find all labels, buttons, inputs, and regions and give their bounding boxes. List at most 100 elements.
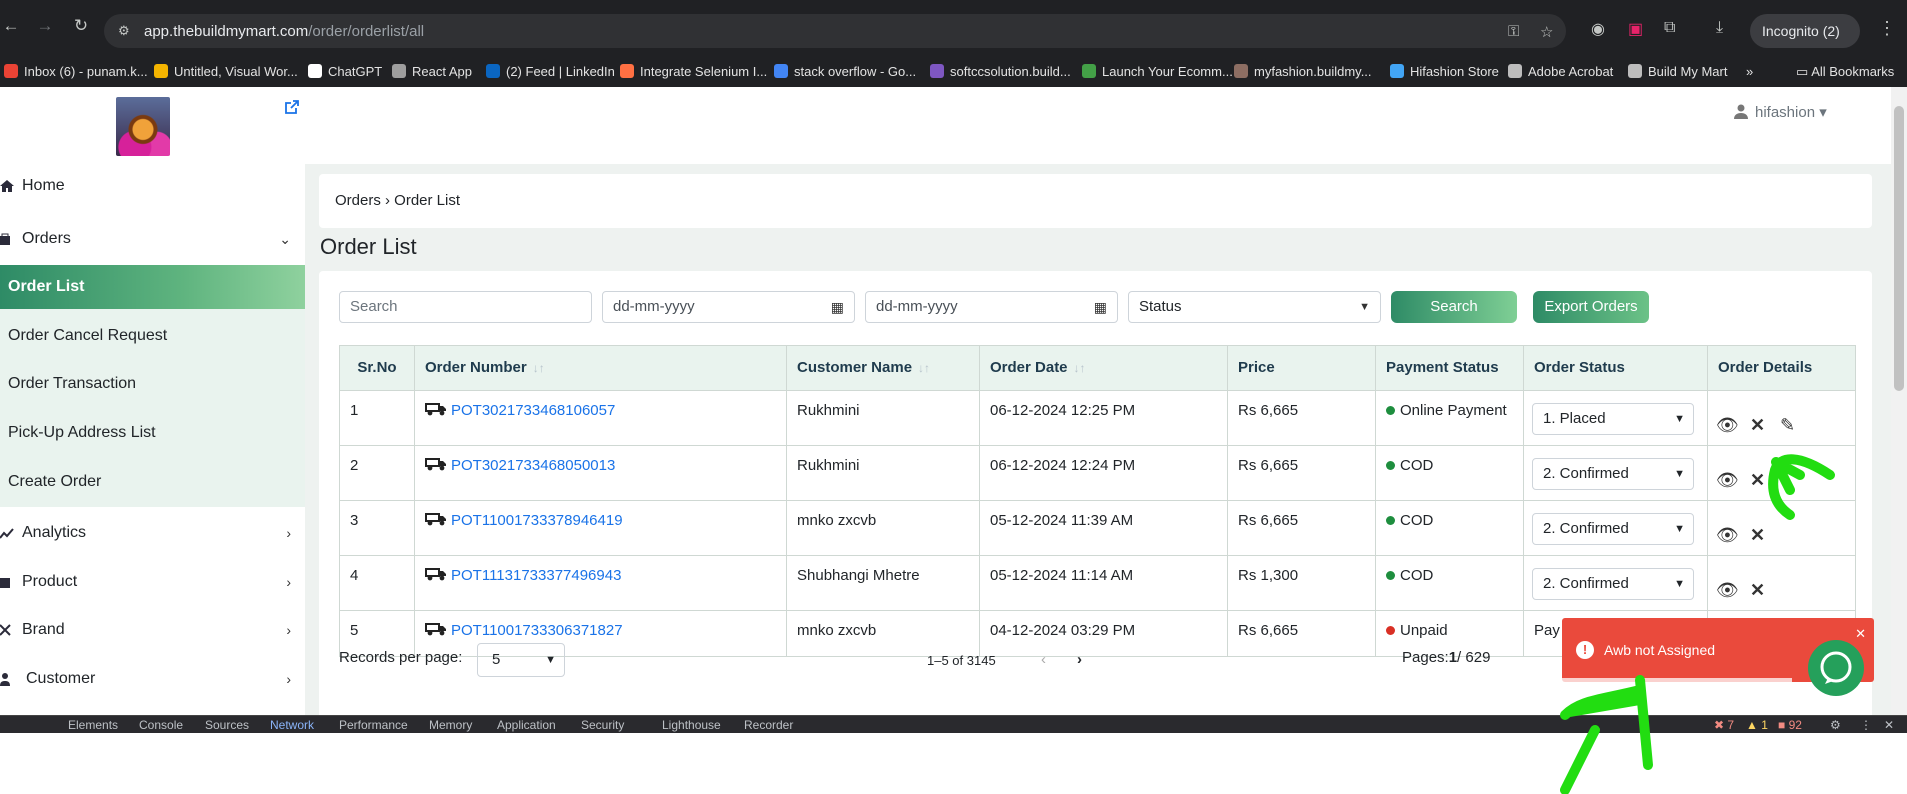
bookmark-item[interactable]: Integrate Selenium I... — [620, 64, 767, 79]
devtools-tab[interactable]: Recorder — [744, 718, 793, 732]
blank-area — [0, 733, 1907, 794]
cancel-icon[interactable]: ✕ — [1750, 460, 1765, 500]
cancel-icon[interactable]: ✕ — [1750, 405, 1765, 445]
bookmark-item[interactable]: React App — [392, 64, 472, 79]
download-icon[interactable]: ⤓ — [1716, 19, 1723, 37]
devtools-settings-icon[interactable]: ⚙ — [1830, 718, 1841, 732]
browser-menu-icon[interactable]: ⋮ — [1878, 18, 1896, 39]
sidebar-item-order-cancel-request[interactable]: Order Cancel Request — [0, 314, 305, 358]
calendar-icon[interactable]: ▦ — [1094, 292, 1107, 322]
next-page-icon[interactable]: › — [1077, 651, 1082, 668]
sidebar-item-pickup-address-list[interactable]: Pick-Up Address List — [0, 411, 305, 455]
all-bookmarks[interactable]: ▭ All Bookmarks — [1796, 64, 1894, 80]
devtools-tab[interactable]: Lighthouse — [662, 718, 721, 732]
sidebar-item-create-order[interactable]: Create Order — [0, 460, 305, 504]
cancel-icon[interactable]: ✕ — [1750, 570, 1765, 610]
column-header[interactable]: Order Date ↓↑ — [980, 346, 1228, 390]
cancel-icon[interactable]: ✕ — [1750, 515, 1765, 555]
error-count[interactable]: ✖ 7 — [1714, 718, 1734, 732]
order-number-link[interactable]: POT11131733377496943 — [415, 556, 787, 611]
bookmark-item[interactable]: Adobe Acrobat — [1508, 64, 1613, 79]
table-row: 3 POT11001733378946419 mnko zxcvb 05-12-… — [340, 500, 1855, 556]
user-menu[interactable]: hifashion ▾ — [1733, 103, 1827, 121]
calendar-icon[interactable]: ▦ — [831, 292, 844, 322]
devtools-tab[interactable]: Sources — [205, 718, 249, 732]
order-status-select[interactable]: 2. Confirmed ▼ — [1532, 513, 1694, 545]
view-icon[interactable]: 👁 — [1716, 460, 1739, 500]
forward-icon[interactable]: → — [36, 17, 54, 35]
devtools-tab[interactable]: Console — [139, 718, 183, 732]
extension-camera-icon[interactable]: ◉ — [1591, 19, 1605, 39]
reload-icon[interactable]: ↻ — [72, 17, 90, 35]
chat-button[interactable] — [1808, 640, 1864, 696]
date-from-field[interactable]: dd-mm-yyyy ▦ — [602, 291, 855, 323]
back-icon[interactable]: ← — [2, 17, 20, 35]
bookmark-item[interactable]: ChatGPT — [308, 64, 382, 79]
bookmark-item[interactable]: Inbox (6) - punam.k... — [4, 64, 148, 79]
bookmark-item[interactable]: myfashion.buildmy... — [1234, 64, 1372, 79]
order-status-select[interactable]: 2. Confirmed ▼ — [1532, 568, 1694, 600]
scrollbar-thumb[interactable] — [1894, 106, 1904, 391]
view-icon[interactable]: 👁 — [1716, 570, 1739, 610]
devtools-tab[interactable]: Security — [581, 718, 624, 732]
search-input[interactable]: Search — [339, 291, 592, 323]
bookmark-item[interactable]: stack overflow - Go... — [774, 64, 916, 79]
devtools-tab[interactable]: Application — [497, 718, 556, 732]
bookmarks-bar: Inbox (6) - punam.k... Untitled, Visual … — [0, 57, 1907, 87]
search-button[interactable]: Search — [1391, 291, 1517, 323]
order-status-select[interactable]: 2. Confirmed ▼ — [1532, 458, 1694, 490]
address-bar[interactable]: ⚙ app.thebuildmymart.com/order/orderlist… — [104, 14, 1566, 48]
sidebar-item-home[interactable]: Home — [0, 164, 305, 208]
order-date: 05-12-2024 11:39 AM — [980, 501, 1228, 556]
order-number-link[interactable]: POT3021733468050013 — [415, 446, 787, 501]
bookmarks-overflow-icon[interactable]: » — [1746, 64, 1753, 79]
bookmark-item[interactable]: Untitled, Visual Wor... — [154, 64, 298, 79]
view-icon[interactable]: 👁 — [1716, 515, 1739, 555]
sort-icon[interactable]: ↓↑ — [918, 361, 930, 375]
order-number-link[interactable]: POT3021733468106057 — [415, 391, 787, 446]
sort-icon[interactable]: ↓↑ — [533, 361, 545, 375]
edit-icon[interactable]: ✎ — [1780, 405, 1795, 445]
extensions-icon[interactable]: ⧉ — [1664, 19, 1675, 37]
bookmark-item[interactable]: Hifashion Store — [1390, 64, 1499, 79]
bookmark-item[interactable]: Build My Mart — [1628, 64, 1727, 79]
sidebar-item-order-list[interactable]: Order List — [0, 265, 305, 309]
issue-count[interactable]: ■ 92 — [1778, 718, 1802, 732]
site-settings-icon[interactable]: ⚙ — [118, 23, 134, 39]
sidebar-item-analytics[interactable]: Analytics › — [0, 511, 305, 555]
store-logo[interactable] — [116, 97, 170, 156]
sidebar-item-brand[interactable]: Brand › — [0, 608, 305, 652]
toast-progress-bar — [1562, 678, 1792, 682]
incognito-badge[interactable]: Incognito (2) — [1750, 14, 1860, 48]
bookmark-item[interactable]: softccsolution.build... — [930, 64, 1071, 79]
warning-count[interactable]: ▲ 1 — [1746, 718, 1768, 732]
sidebar-item-orders[interactable]: Orders ⌄ — [0, 217, 305, 261]
export-orders-button[interactable]: Export Orders — [1533, 291, 1649, 323]
order-number-link[interactable]: POT11001733378946419 — [415, 501, 787, 556]
key-icon[interactable]: ⚿ — [1508, 23, 1519, 40]
prev-page-icon[interactable]: ‹ — [1041, 651, 1046, 668]
date-to-field[interactable]: dd-mm-yyyy ▦ — [865, 291, 1118, 323]
records-per-page-select[interactable]: 5 ▼ — [477, 643, 565, 677]
devtools-close-icon[interactable]: ✕ — [1884, 718, 1894, 732]
column-header[interactable]: Order Number ↓↑ — [415, 346, 787, 390]
bookmark-item[interactable]: (2) Feed | LinkedIn — [486, 64, 615, 79]
devtools-menu-icon[interactable]: ⋮ — [1860, 718, 1872, 732]
status-select[interactable]: Status ▼ — [1128, 291, 1381, 323]
devtools-tab[interactable]: Network — [270, 718, 314, 732]
column-header[interactable]: Customer Name ↓↑ — [787, 346, 980, 390]
sidebar-item-customer[interactable]: Customer › — [0, 657, 305, 701]
star-icon[interactable]: ☆ — [1540, 23, 1553, 41]
devtools-tab[interactable]: Elements — [68, 718, 118, 732]
customer-name: Rukhmini — [787, 446, 980, 501]
order-status-select[interactable]: 1. Placed ▼ — [1532, 403, 1694, 435]
sidebar-item-order-transaction[interactable]: Order Transaction — [0, 362, 305, 406]
bookmark-item[interactable]: Launch Your Ecomm... — [1082, 64, 1233, 79]
sort-icon[interactable]: ↓↑ — [1074, 361, 1086, 375]
extension-record-icon[interactable]: ▣ — [1628, 19, 1643, 39]
view-icon[interactable]: 👁 — [1716, 405, 1739, 445]
external-link-icon[interactable] — [284, 99, 300, 120]
sidebar-item-product[interactable]: Product › — [0, 560, 305, 604]
devtools-tab[interactable]: Memory — [429, 718, 472, 732]
devtools-tab[interactable]: Performance — [339, 718, 408, 732]
